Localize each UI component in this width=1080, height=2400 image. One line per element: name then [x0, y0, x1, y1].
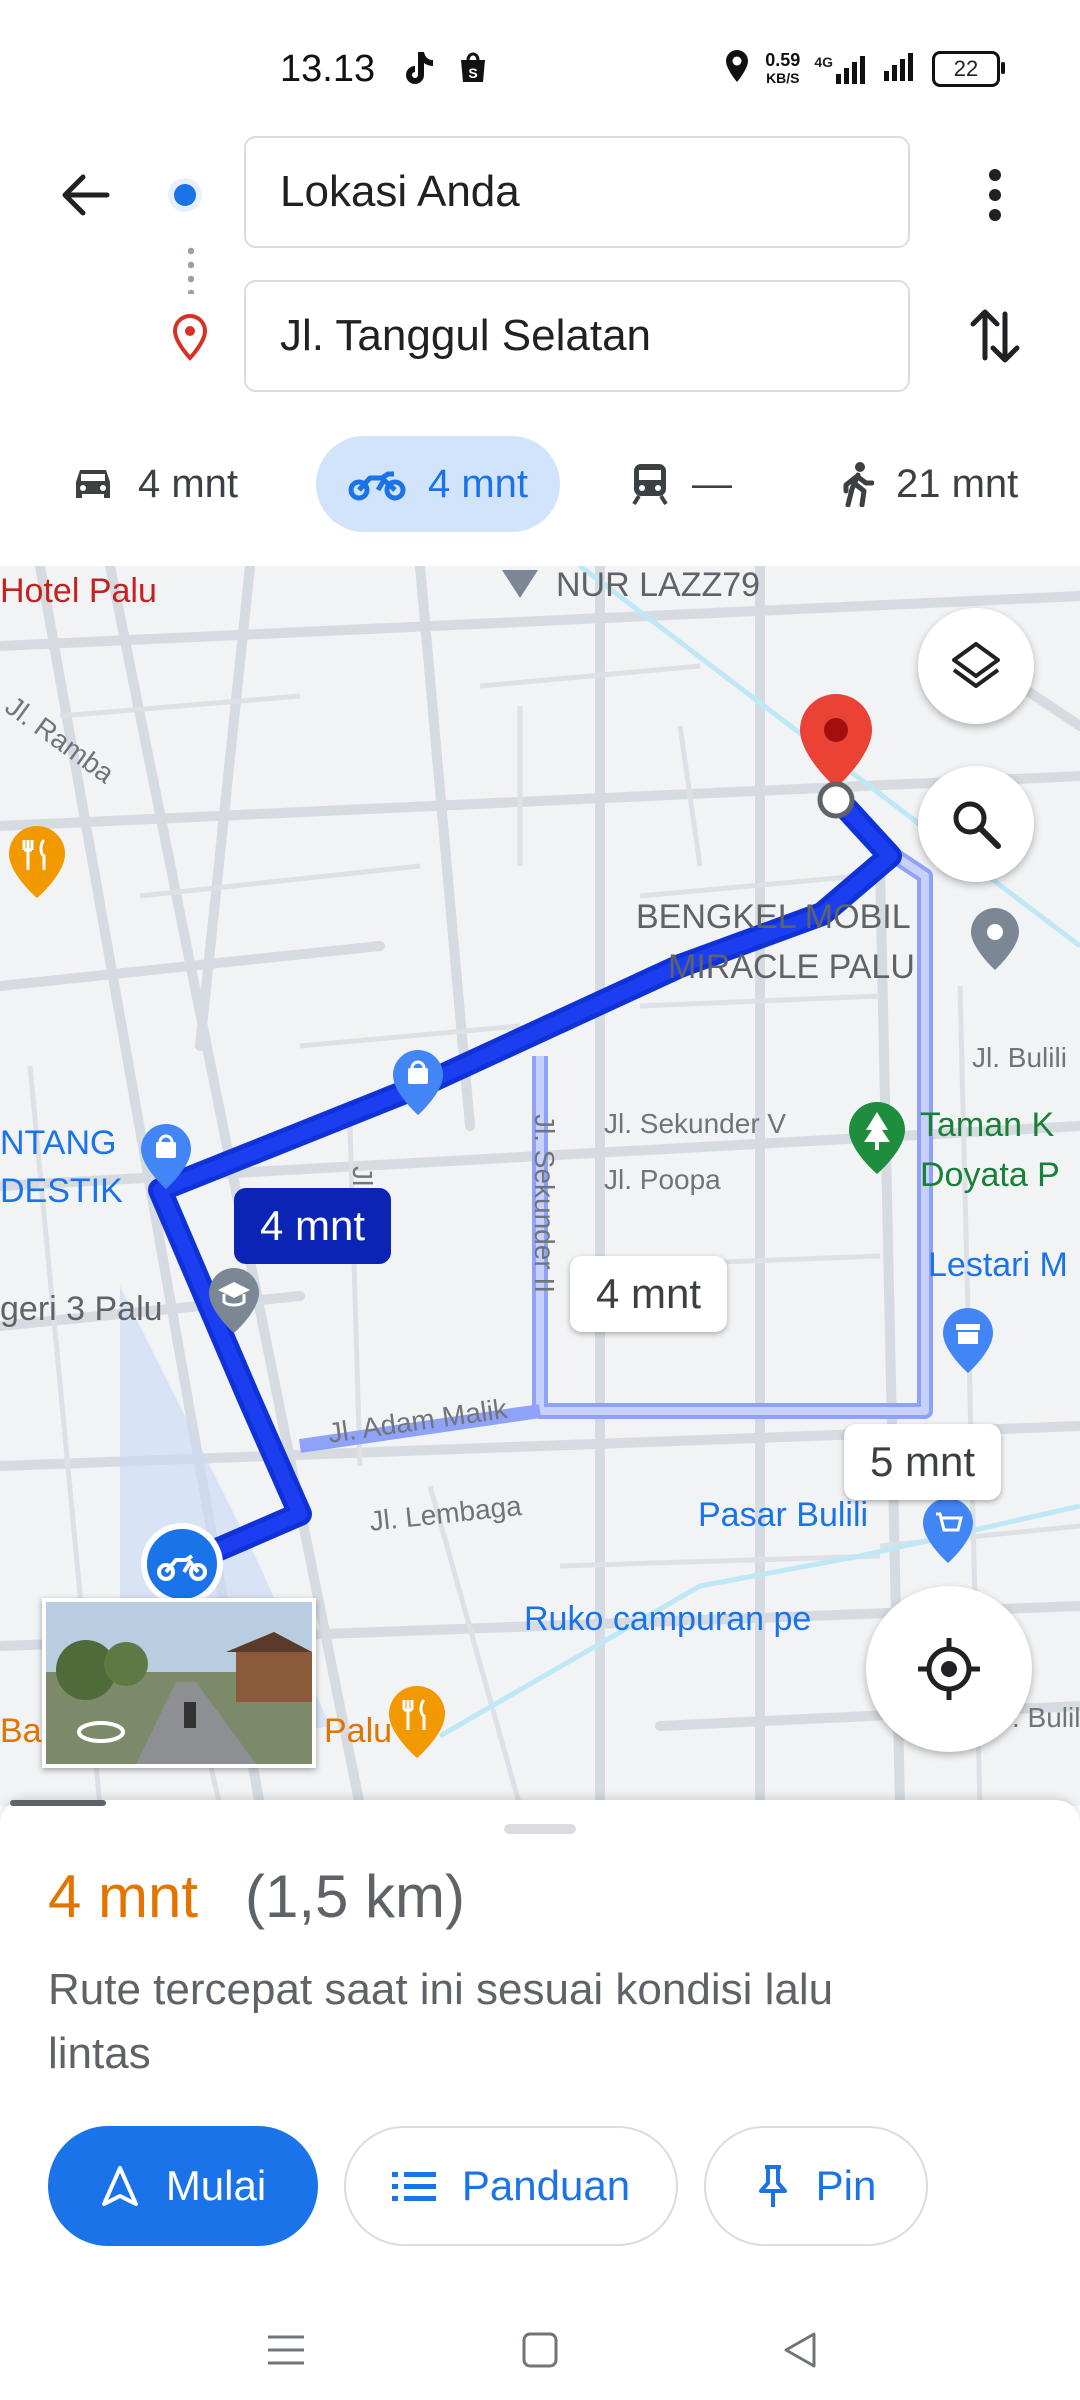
walk-icon	[843, 462, 874, 507]
menu-icon	[268, 2335, 304, 2365]
store-pin-icon	[940, 1306, 996, 1379]
back-triangle-icon	[784, 2332, 816, 2368]
park-icon	[846, 1100, 908, 1181]
mode-tab-car[interactable]: 4 mnt	[70, 436, 238, 532]
origin-dot-icon	[168, 178, 202, 212]
map-label-ntang[interactable]: NTANG	[0, 1124, 116, 1163]
map-label-bengkel-2[interactable]: MIRACLE PALU	[668, 948, 915, 987]
route-duration: 4 mnt	[48, 1863, 199, 1930]
sheet-drag-handle[interactable]	[504, 1824, 576, 1834]
restaurant-pin-icon-2	[386, 1684, 448, 1765]
map-label-hotel[interactable]: Hotel Palu	[0, 572, 157, 611]
road-label-sekunder-v: Jl. Sekunder V	[604, 1108, 787, 1139]
list-icon	[391, 2172, 436, 2201]
navigation-arrow-icon	[101, 2166, 138, 2206]
location-icon	[723, 48, 751, 89]
layers-button[interactable]	[918, 608, 1034, 724]
tiktok-icon	[400, 50, 434, 91]
map-label-ruko[interactable]: Ruko campuran pe	[524, 1600, 811, 1639]
status-time: 13.13	[280, 48, 376, 90]
school-pin-icon	[206, 1266, 262, 1339]
road-label-bulili: Jl. Bulili	[972, 1042, 1067, 1073]
destination-pin-icon	[170, 313, 210, 366]
more-options-button[interactable]	[965, 160, 1025, 230]
my-location-icon	[918, 1638, 980, 1700]
more-vert-icon	[989, 169, 1001, 221]
search-along-route-button[interactable]	[918, 766, 1034, 882]
network-speed: 0.59 KB/S	[765, 49, 801, 86]
swap-vert-icon	[970, 309, 1020, 363]
signal-icon	[884, 51, 918, 86]
home-square-icon	[522, 2332, 558, 2368]
map-label-pasar[interactable]: Pasar Bulili	[698, 1496, 868, 1535]
signal-4g-icon: 4G	[814, 54, 870, 84]
my-location-button[interactable]	[866, 1586, 1032, 1752]
road-label-sekunder-ii: Jl. Sekunder II	[529, 1114, 560, 1293]
pin-route-button[interactable]: Pin	[704, 2126, 928, 2246]
shopping-pin-icon-2	[390, 1048, 446, 1121]
back-button[interactable]	[50, 160, 120, 230]
recent-apps-button[interactable]	[256, 2320, 316, 2380]
road-label-poopa: Jl. Poopa	[604, 1164, 721, 1195]
destination-input[interactable]: Jl. Tanggul Selatan	[244, 280, 910, 392]
train-icon	[632, 464, 668, 506]
place-pin-icon	[968, 906, 1022, 977]
route-time-bubble-selected[interactable]: 4 mnt	[234, 1188, 392, 1264]
pushpin-icon	[758, 2165, 787, 2207]
directions-list-button[interactable]: Panduan	[344, 2126, 678, 2246]
svg-text:S: S	[468, 65, 477, 81]
sheet-progress	[10, 1800, 106, 1806]
start-button[interactable]: Mulai	[48, 2126, 318, 2246]
motorcycle-icon	[348, 471, 406, 501]
mode-tab-walk[interactable]: 21 mnt	[840, 436, 1018, 532]
car-icon	[76, 470, 110, 498]
arrow-left-icon	[62, 174, 110, 216]
status-bar: 13.13 S 0.59 KB/S 4G 22	[0, 0, 1080, 130]
route-description: Rute tercepat saat ini sesuai kondisi la…	[48, 1965, 834, 2078]
home-button[interactable]	[510, 2320, 570, 2380]
map-label-ba[interactable]: Ba	[0, 1712, 42, 1751]
map-label-geri[interactable]: geri 3 Palu	[0, 1290, 163, 1329]
shopping-pin-icon-1	[138, 1122, 194, 1195]
map-label-taman-1[interactable]: Taman K	[920, 1106, 1054, 1145]
route-distance: (1,5 km)	[245, 1863, 466, 1930]
map-label-destik[interactable]: DESTIK	[0, 1172, 123, 1211]
shopping-cart-pin-icon	[920, 1496, 976, 1569]
street-view-thumbnail[interactable]	[42, 1598, 316, 1768]
destination-marker-icon	[794, 690, 878, 827]
map-label-nur[interactable]: NUR LAZZ79	[556, 566, 760, 605]
street-view-image	[46, 1602, 312, 1764]
map-label-lestari[interactable]: Lestari M	[928, 1246, 1068, 1285]
shopee-icon: S	[458, 50, 488, 91]
system-navigation-bar	[0, 2290, 1080, 2400]
battery-indicator: 22	[932, 50, 1005, 87]
layers-icon	[952, 642, 1000, 688]
mode-tab-motorcycle[interactable]: 4 mnt	[316, 436, 560, 532]
route-time-bubble-alt-1[interactable]: 4 mnt	[570, 1256, 728, 1332]
swap-button[interactable]	[960, 300, 1030, 372]
mode-tab-transit[interactable]: —	[630, 436, 732, 532]
route-time-bubble-alt-2[interactable]: 5 mnt	[844, 1424, 1002, 1500]
map-label-palu[interactable]: Palu	[324, 1712, 392, 1751]
back-nav-button[interactable]	[770, 2320, 830, 2380]
search-icon	[953, 801, 1001, 849]
map-label-taman-2[interactable]: Doyata P	[920, 1156, 1060, 1195]
restaurant-pin-icon-1	[6, 824, 68, 905]
route-connector	[188, 244, 194, 294]
origin-input[interactable]: Lokasi Anda	[244, 136, 910, 248]
place-marker-icon	[498, 566, 542, 607]
map-label-bengkel-1[interactable]: BENGKEL MOBIL	[636, 898, 911, 937]
map-view[interactable]: Hotel Palu NUR LAZZ79 Jl. Ramba BENGKEL …	[0, 566, 1080, 1806]
